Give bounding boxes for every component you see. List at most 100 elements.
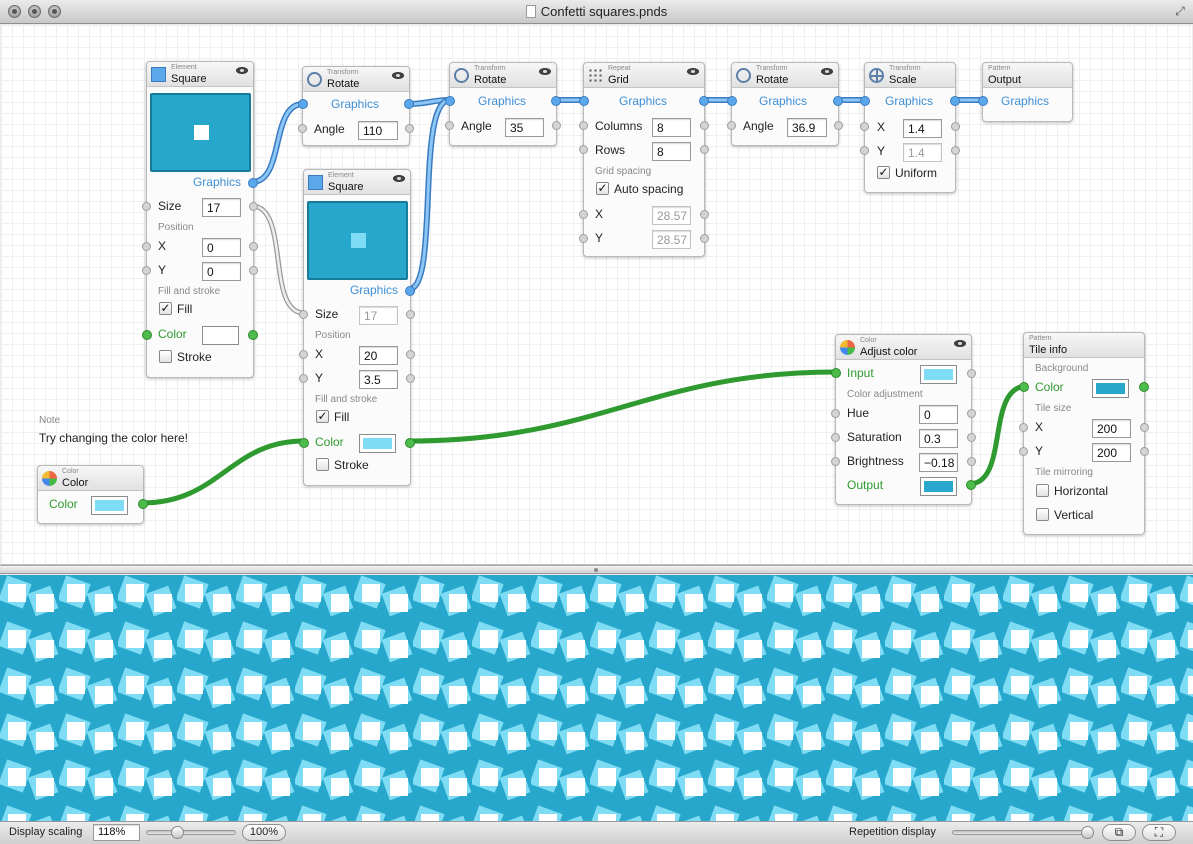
- color-swatch[interactable]: [91, 496, 128, 515]
- color-output-port[interactable]: [1139, 382, 1149, 392]
- color-output-port[interactable]: [405, 438, 415, 448]
- brightness-input-port[interactable]: [831, 457, 840, 466]
- input-output-port[interactable]: [967, 369, 976, 378]
- x-input-port[interactable]: [860, 122, 869, 131]
- angle-field[interactable]: 110: [358, 121, 398, 140]
- x-output-port[interactable]: [406, 350, 415, 359]
- graphics-input-port[interactable]: [727, 96, 737, 106]
- angle-output-port[interactable]: [405, 124, 414, 133]
- x-input-port[interactable]: [1019, 423, 1028, 432]
- graphics-output-port[interactable]: [404, 99, 414, 109]
- hue-field[interactable]: 0: [919, 405, 958, 424]
- display-scaling-knob[interactable]: [170, 826, 184, 839]
- y-output-port[interactable]: [700, 234, 709, 243]
- color-swatch[interactable]: [359, 434, 396, 453]
- eye-icon[interactable]: [392, 72, 404, 79]
- rotate-node-2[interactable]: Transform Rotate Graphics Angle 35: [445, 62, 561, 146]
- eye-icon[interactable]: [954, 340, 966, 347]
- repetition-display-knob[interactable]: [1081, 826, 1094, 839]
- vertical-checkbox[interactable]: [1036, 508, 1049, 521]
- output-color-port[interactable]: [966, 480, 976, 490]
- hue-output-port[interactable]: [967, 409, 976, 418]
- eye-icon[interactable]: [821, 68, 833, 75]
- pane-splitter[interactable]: [0, 565, 1193, 574]
- fill-checkbox[interactable]: ✓: [159, 302, 172, 315]
- fullscreen-view-button[interactable]: ⛶: [1142, 824, 1176, 841]
- x-output-port[interactable]: [951, 122, 960, 131]
- brightness-output-port[interactable]: [967, 457, 976, 466]
- size-output-port[interactable]: [249, 202, 258, 211]
- eye-icon[interactable]: [236, 67, 248, 74]
- scale-node[interactable]: Transform Scale Graphics X 1.4 Y 1.4 ✓ U…: [860, 62, 960, 193]
- hue-input-port[interactable]: [831, 409, 840, 418]
- y-output-port[interactable]: [1140, 447, 1149, 456]
- node-header[interactable]: Pattern Tile info: [1024, 333, 1144, 358]
- y-output-port[interactable]: [951, 146, 960, 155]
- eye-icon[interactable]: [687, 68, 699, 75]
- size-field[interactable]: 17: [359, 306, 398, 325]
- stroke-checkbox[interactable]: [316, 458, 329, 471]
- tile-x-field[interactable]: 200: [1092, 419, 1131, 438]
- angle-field[interactable]: 36.9: [787, 118, 827, 137]
- display-scaling-field[interactable]: 118%: [93, 824, 140, 841]
- size-input-port[interactable]: [142, 202, 151, 211]
- size-output-port[interactable]: [406, 310, 415, 319]
- node-header[interactable]: Color Color: [38, 466, 143, 491]
- node-header[interactable]: Element Square: [304, 170, 410, 195]
- brightness-field[interactable]: −0.18: [919, 453, 958, 472]
- repetition-display-slider[interactable]: [952, 830, 1094, 835]
- rows-field[interactable]: 8: [652, 142, 691, 161]
- node-header[interactable]: Transform Scale: [865, 63, 955, 88]
- y-input-port[interactable]: [1019, 447, 1028, 456]
- columns-output-port[interactable]: [700, 121, 709, 130]
- color-input-port[interactable]: [142, 330, 152, 340]
- background-color-swatch[interactable]: [1092, 379, 1129, 398]
- y-spacing-field[interactable]: 28.57: [652, 230, 691, 249]
- auto-spacing-checkbox[interactable]: ✓: [596, 182, 609, 195]
- graphics-input-port[interactable]: [445, 96, 455, 106]
- graphics-output-port[interactable]: [405, 286, 415, 296]
- graphics-output-port[interactable]: [248, 178, 258, 188]
- saturation-output-port[interactable]: [967, 433, 976, 442]
- node-header[interactable]: Transform Rotate: [303, 67, 409, 92]
- x-output-port[interactable]: [700, 210, 709, 219]
- adjust-color-node[interactable]: Color Adjust color Input Color adjustmen…: [831, 334, 976, 505]
- input-color-port[interactable]: [831, 368, 841, 378]
- uniform-checkbox[interactable]: ✓: [877, 166, 890, 179]
- eye-icon[interactable]: [539, 68, 551, 75]
- output-node[interactable]: Pattern Output Graphics: [978, 62, 1073, 122]
- fill-checkbox[interactable]: ✓: [316, 410, 329, 423]
- x-spacing-field[interactable]: 28.57: [652, 206, 691, 225]
- output-color-swatch[interactable]: [920, 477, 957, 496]
- node-header[interactable]: Repeat Grid: [584, 63, 704, 88]
- graphics-input-port[interactable]: [579, 96, 589, 106]
- grid-node[interactable]: Repeat Grid Graphics Columns 8 Rows 8 Gr…: [579, 62, 709, 257]
- angle-output-port[interactable]: [552, 121, 561, 130]
- node-header[interactable]: Color Adjust color: [836, 335, 971, 360]
- tile-y-field[interactable]: 200: [1092, 443, 1131, 462]
- size-input-port[interactable]: [299, 310, 308, 319]
- window-view-button[interactable]: ⧉: [1102, 824, 1136, 841]
- columns-input-port[interactable]: [579, 121, 588, 130]
- color-output-port[interactable]: [138, 499, 148, 509]
- rows-output-port[interactable]: [700, 145, 709, 154]
- color-swatch[interactable]: [202, 326, 239, 345]
- x-input-port[interactable]: [299, 350, 308, 359]
- angle-input-port[interactable]: [727, 121, 736, 130]
- eye-icon[interactable]: [393, 175, 405, 182]
- x-input-port[interactable]: [579, 210, 588, 219]
- x-input-port[interactable]: [142, 242, 151, 251]
- square-node-1[interactable]: Element Square Graphics Size 17 Position…: [142, 61, 258, 378]
- y-input-port[interactable]: [579, 234, 588, 243]
- graphics-output-port[interactable]: [699, 96, 709, 106]
- y-input-port[interactable]: [860, 146, 869, 155]
- node-header[interactable]: Transform Rotate: [450, 63, 556, 88]
- size-field[interactable]: 17: [202, 198, 241, 217]
- node-header[interactable]: Transform Rotate: [732, 63, 838, 88]
- x-output-port[interactable]: [249, 242, 258, 251]
- color-output-port[interactable]: [248, 330, 258, 340]
- saturation-input-port[interactable]: [831, 433, 840, 442]
- graphics-input-port[interactable]: [978, 96, 988, 106]
- tile-info-node[interactable]: Pattern Tile info Background Color Tile …: [1019, 332, 1149, 535]
- rotate-node-3[interactable]: Transform Rotate Graphics Angle 36.9: [727, 62, 843, 146]
